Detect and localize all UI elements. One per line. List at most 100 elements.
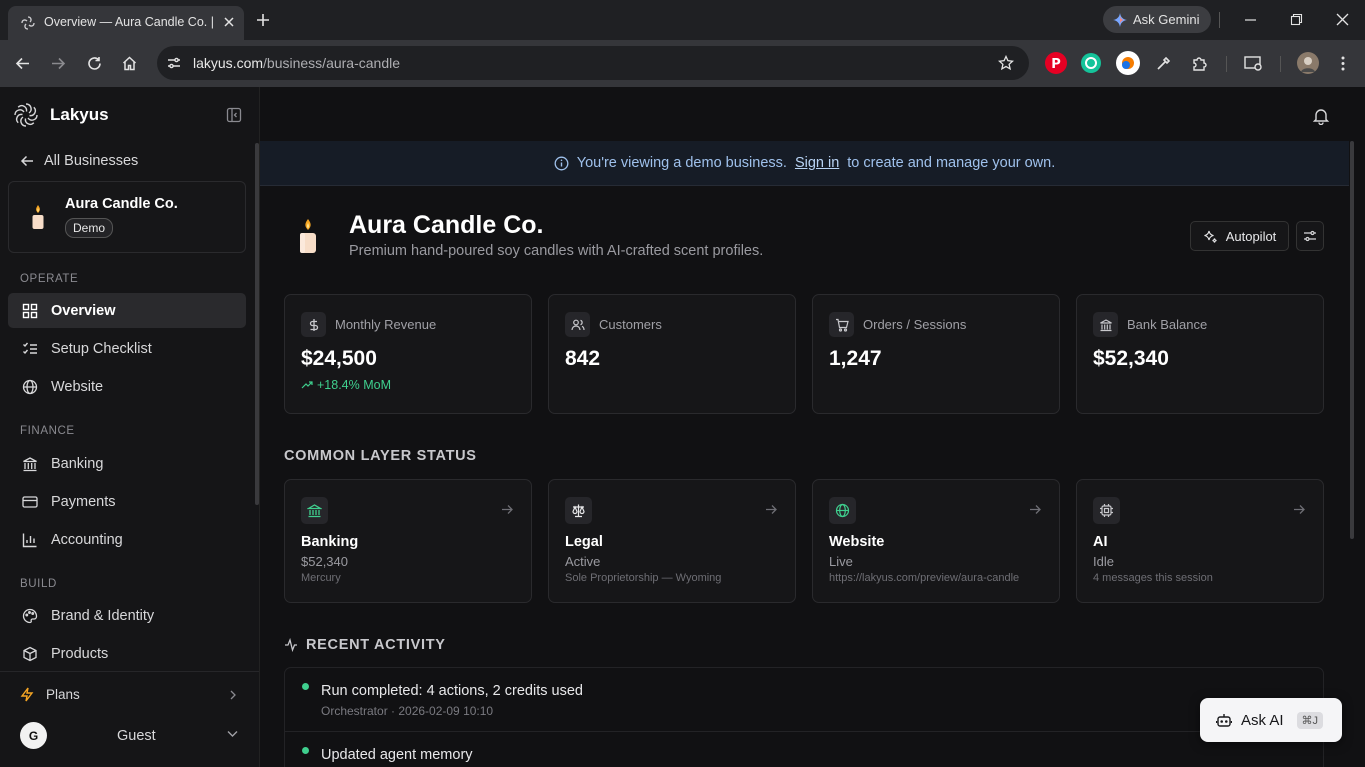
section-build: BUILD [20,578,57,590]
brand[interactable]: Lakyus [12,101,109,129]
bookmark-star-icon[interactable] [998,55,1014,71]
autopilot-button[interactable]: Autopilot [1190,221,1289,251]
site-info-icon[interactable] [166,55,182,71]
notifications-bell-icon[interactable] [1312,107,1330,125]
chevron-right-icon [229,690,237,700]
sidebar-item-overview[interactable]: Overview [8,293,246,328]
sidebar-item-setup-checklist[interactable]: Setup Checklist [8,331,246,366]
list-item[interactable]: Updated agent memory [285,732,1323,767]
sidebar-item-accounting[interactable]: Accounting [8,522,246,557]
settings-sliders-button[interactable] [1296,221,1324,251]
sparkles-icon [1203,229,1218,244]
url-text: lakyus.com/business/aura-candle [193,55,400,71]
palette-icon [22,608,38,624]
sidebar-item-products[interactable]: Products [8,636,246,671]
activity-pulse-icon [284,638,298,652]
extension-icon[interactable] [1116,51,1140,75]
restore-icon[interactable] [1290,13,1303,26]
all-businesses-label: All Businesses [44,153,139,169]
reading-mode-icon[interactable] [1244,55,1263,72]
dollar-icon [301,312,326,337]
stat-value: $24,500 [301,347,377,370]
stat-value: 1,247 [829,347,882,370]
banner-text: You're viewing a demo business. [576,155,787,171]
stat-card-customers: Customers 842 [548,294,796,414]
plans-link[interactable]: Plans [20,687,80,702]
autopilot-label: Autopilot [1225,228,1277,244]
forward-arrow-icon[interactable] [50,55,67,72]
new-tab-icon[interactable] [255,12,271,28]
sidebar-item-website[interactable]: Website [8,369,246,404]
keyboard-shortcut: ⌘J [1296,711,1324,729]
section-title-recent-activity: RECENT ACTIVITY [284,637,446,653]
lakyus-logo-icon [12,101,40,129]
layer-detail: https://lakyus.com/preview/aura-candle [829,572,1020,584]
stat-delta: +18.4% MoM [301,378,391,392]
layer-card-ai[interactable]: AI Idle 4 messages this session [1076,479,1324,603]
stat-label: Customers [599,317,662,332]
bot-icon [1216,712,1232,728]
recent-activity-title: RECENT ACTIVITY [306,637,446,653]
sidebar-item-label: Accounting [51,531,123,548]
bank-icon [301,497,328,524]
info-icon [554,156,569,171]
layer-name: AI [1093,534,1108,550]
sidebar-item-brand-identity[interactable]: Brand & Identity [8,598,246,633]
arrow-right-icon [1293,504,1306,515]
arrow-left-icon [20,154,34,168]
layer-detail: Sole Proprietorship — Wyoming [565,572,722,584]
banner-text-after: to create and manage your own. [847,155,1056,171]
main-scrollbar[interactable] [1350,141,1354,539]
layer-card-website[interactable]: Website Live https://lakyus.com/preview/… [812,479,1060,603]
list-item[interactable]: Run completed: 4 actions, 2 credits used… [285,668,1323,731]
divider [1226,56,1227,72]
layer-card-legal[interactable]: Legal Active Sole Proprietorship — Wyomi… [548,479,796,603]
reload-icon[interactable] [86,55,103,72]
divider [1280,56,1281,72]
trending-up-icon [301,380,313,390]
arrow-right-icon [1029,504,1042,515]
sidebar-item-payments[interactable]: Payments [8,484,246,519]
business-switcher[interactable]: Aura Candle Co. Demo [8,181,246,253]
ask-gemini-button[interactable]: Ask Gemini [1103,6,1211,33]
grammarly-extension-icon[interactable] [1081,53,1101,73]
extensions-puzzle-icon[interactable] [1191,55,1209,73]
layer-card-banking[interactable]: Banking $52,340 Mercury [284,479,532,603]
stat-label: Monthly Revenue [335,317,437,332]
close-window-icon[interactable] [1336,13,1349,26]
ask-ai-button[interactable]: Ask AI ⌘J [1200,698,1342,742]
pinterest-extension-icon[interactable]: P [1045,52,1067,74]
stat-value: $52,340 [1093,347,1169,370]
more-menu-icon[interactable] [1336,55,1350,72]
user-menu[interactable]: G Guest [20,722,238,749]
page-title: Aura Candle Co. [349,211,544,239]
profile-avatar[interactable] [1297,52,1319,74]
browser-tab[interactable]: Overview — Aura Candle Co. | L [8,6,244,40]
sidebar-item-label: Products [51,645,109,662]
all-businesses-link[interactable]: All Businesses [20,153,138,169]
stat-card-monthly-revenue: Monthly Revenue $24,500 +18.4% MoM [284,294,532,414]
minimize-icon[interactable] [1244,13,1257,26]
url-path: /business/aura-candle [263,55,401,71]
cpu-icon [1093,497,1120,524]
svg-text:P: P [1051,57,1061,72]
address-bar[interactable]: lakyus.com/business/aura-candle [157,46,1029,80]
close-tab-icon[interactable] [222,15,236,29]
sign-in-link[interactable]: Sign in [795,155,839,171]
sidebar-scrollbar[interactable] [255,143,259,505]
stat-label: Bank Balance [1127,317,1208,332]
divider [0,671,259,672]
credit-card-icon [22,494,38,510]
checklist-icon [22,341,38,357]
home-icon[interactable] [121,55,138,72]
back-arrow-icon[interactable] [14,55,31,72]
url-domain: lakyus.com [193,55,264,71]
collapse-sidebar-icon[interactable] [226,107,242,123]
eyedropper-extension-icon[interactable] [1155,55,1172,72]
arrow-right-icon [765,504,778,515]
user-name: Guest [117,728,156,744]
grid-icon [22,303,38,319]
sidebar-item-banking[interactable]: Banking [8,446,246,481]
globe-icon [829,497,856,524]
layer-status: Live [829,554,853,569]
